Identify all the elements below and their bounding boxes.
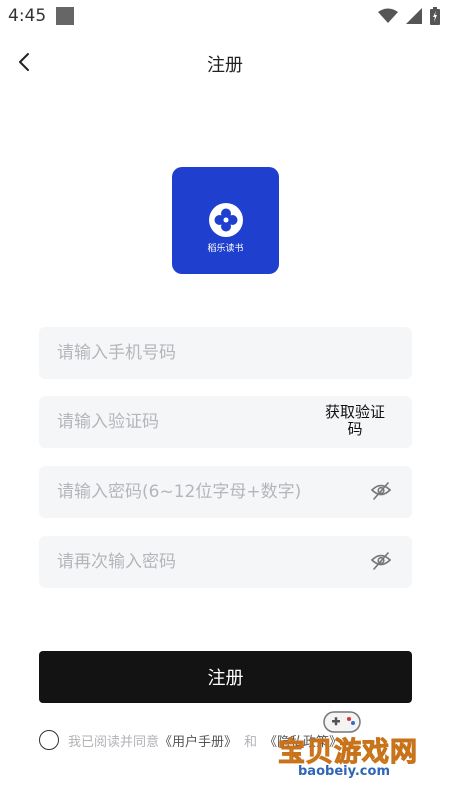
square-icon: [56, 7, 74, 25]
agree-checkbox[interactable]: [39, 730, 59, 750]
watermark: 宝贝游戏网 baobeiy.com: [270, 708, 430, 788]
nav-bar: 注册: [0, 40, 450, 84]
eye-off-icon[interactable]: [370, 482, 392, 502]
battery-icon: [430, 7, 440, 25]
confirm-password-field: [39, 536, 412, 588]
user-manual-link[interactable]: 《用户手册》: [159, 731, 237, 750]
register-button[interactable]: 注册: [39, 651, 412, 703]
status-time: 4:45: [8, 6, 47, 26]
wifi-icon: [378, 8, 398, 23]
app-logo: 稻乐读书: [172, 167, 279, 274]
logo-caption: 稻乐读书: [207, 244, 244, 254]
password-field: [39, 466, 412, 518]
status-icons: [378, 7, 440, 25]
confirm-password-input[interactable]: [57, 536, 357, 588]
eye-off-icon[interactable]: [370, 552, 392, 572]
agreement-prefix: 我已阅读并同意: [68, 734, 160, 750]
page-title: 注册: [207, 55, 243, 76]
code-field: 获取验证码: [39, 396, 412, 448]
password-input[interactable]: [57, 466, 357, 518]
phone-field: [39, 327, 412, 379]
code-input[interactable]: [57, 396, 297, 448]
agreement-and: 和: [244, 734, 258, 750]
status-bar: 4:45: [0, 0, 450, 32]
phone-input[interactable]: [57, 327, 387, 379]
watermark-url: baobeiy.com: [298, 764, 390, 779]
get-code-button[interactable]: 获取验证码: [320, 404, 390, 438]
signal-icon: [406, 8, 422, 24]
clover-logo-icon: [209, 203, 243, 237]
